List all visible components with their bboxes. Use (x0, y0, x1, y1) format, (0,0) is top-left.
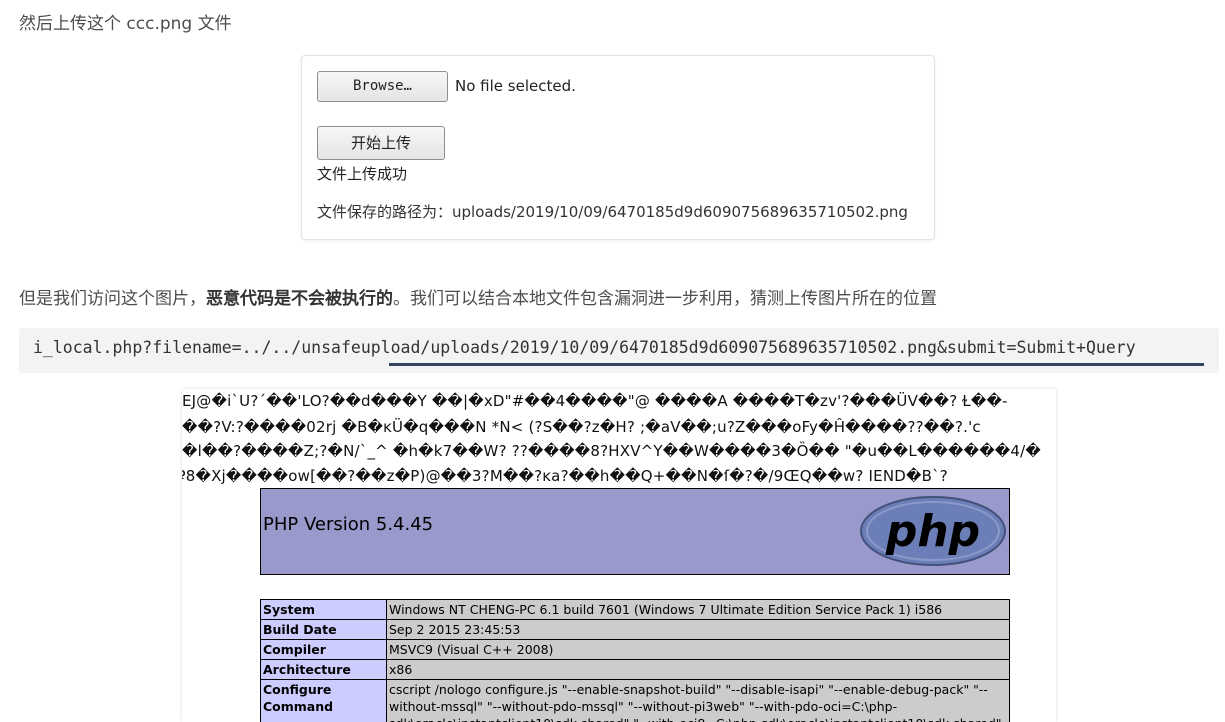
garbage-line: ��?V:?����02rj �B�ĸÜ�q���N *N< (?S��?z�H… (182, 418, 981, 436)
php-header: PHP Version 5.4.45 php (260, 488, 1010, 575)
info-value: cscript /nologo configure.js "--enable-s… (386, 679, 1010, 722)
info-value: Windows NT CHENG-PC 6.1 build 7601 (Wind… (386, 599, 1010, 620)
table-row: Build Date Sep 2 2015 23:45:53 (260, 619, 1010, 640)
code-scrollbar[interactable] (389, 363, 1204, 366)
upload-success-text: 文件上传成功 (317, 165, 408, 183)
info-value: Sep 2 2015 23:45:53 (386, 619, 1010, 640)
para2-before: 但是我们访问这个图片， (19, 289, 206, 309)
phpinfo-screenshot: EJ@�i`U?´��'LO?��d���Y ��|�xD"#��4����"@… (182, 389, 1056, 722)
explanation-paragraph: 但是我们访问这个图片，恶意代码是不会被执行的。我们可以结合本地文件包含漏洞进一步… (19, 284, 937, 309)
table-row: Architecture x86 (260, 659, 1010, 680)
garbage-line: EJ@�i`U?´��'LO?��d���Y ��|�xD"#��4����"@… (182, 392, 1008, 410)
para2-after: 。我们可以结合本地文件包含漏洞进一步利用，猜测上传图片所在的位置 (393, 289, 937, 309)
para2-bold: 恶意代码是不会被执行的 (206, 289, 393, 309)
info-value: MSVC9 (Visual C++ 2008) (386, 639, 1010, 660)
php-info-table: System Windows NT CHENG-PC 6.1 build 7601… (260, 599, 1010, 722)
info-key: System (260, 599, 387, 620)
info-key: Build Date (260, 619, 387, 640)
table-row: System Windows NT CHENG-PC 6.1 build 7601… (260, 599, 1010, 620)
garbage-line: �l��?����Z;?�N/`_^ �h�k7��W? ??����8?HXV… (182, 442, 1041, 460)
garbage-line: ₽8�Xj����ow[��?��z�P)@��3?M��?ĸa?��h��Q+… (182, 467, 948, 485)
info-key: Compiler (260, 639, 387, 660)
info-key: Architecture (260, 659, 387, 680)
intro-paragraph: 然后上传这个 ccc.png 文件 (19, 14, 232, 34)
code-line: i_local.php?filename=../../unsafeupload/… (33, 338, 1136, 357)
code-block: i_local.php?filename=../../unsafeupload/… (19, 328, 1219, 373)
upload-submit-button[interactable]: 开始上传 (317, 126, 445, 160)
upload-form: Browse… No file selected. 开始上传 文件上传成功 文件… (301, 55, 935, 240)
table-row: Compiler MSVC9 (Visual C++ 2008) (260, 639, 1010, 660)
info-value: x86 (386, 659, 1010, 680)
browse-button[interactable]: Browse… (317, 71, 448, 102)
php-version: PHP Version 5.4.45 (263, 514, 434, 535)
info-key: Configure Command (260, 679, 387, 722)
php-logo-icon: php (860, 496, 1006, 566)
table-row: Configure Command cscript /nologo configu… (260, 679, 1010, 722)
saved-path-text: 文件保存的路径为：uploads/2019/10/09/6470185d9d60… (317, 203, 908, 221)
file-status-text: No file selected. (455, 77, 576, 95)
php-logo-text: php (885, 506, 980, 557)
